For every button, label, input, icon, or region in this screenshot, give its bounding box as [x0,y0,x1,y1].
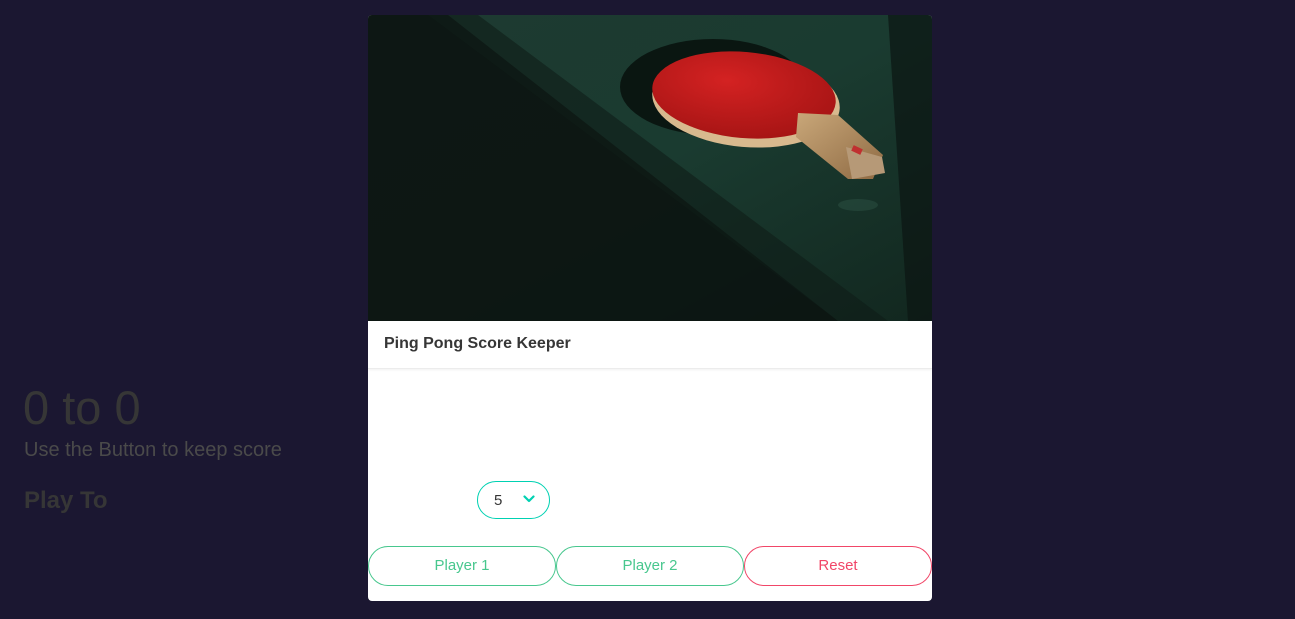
player-1-button[interactable]: Player 1 [368,546,556,586]
play-to-label: Play To [24,487,108,514]
player-2-button[interactable]: Player 2 [556,546,744,586]
score-card: Ping Pong Score Keeper [368,15,932,601]
score-subtitle: Use the Button to keep score [24,439,282,461]
play-to-select[interactable]: 5 [477,481,550,519]
card-title: Ping Pong Score Keeper [384,335,571,352]
score-display: 0 to 0 [23,381,141,434]
play-to-selected-value: 5 [494,492,503,509]
reset-button[interactable]: Reset [744,546,932,586]
ping-pong-paddle-image [368,15,932,321]
card-header: Ping Pong Score Keeper [368,321,932,369]
chevron-down-icon [523,495,535,503]
